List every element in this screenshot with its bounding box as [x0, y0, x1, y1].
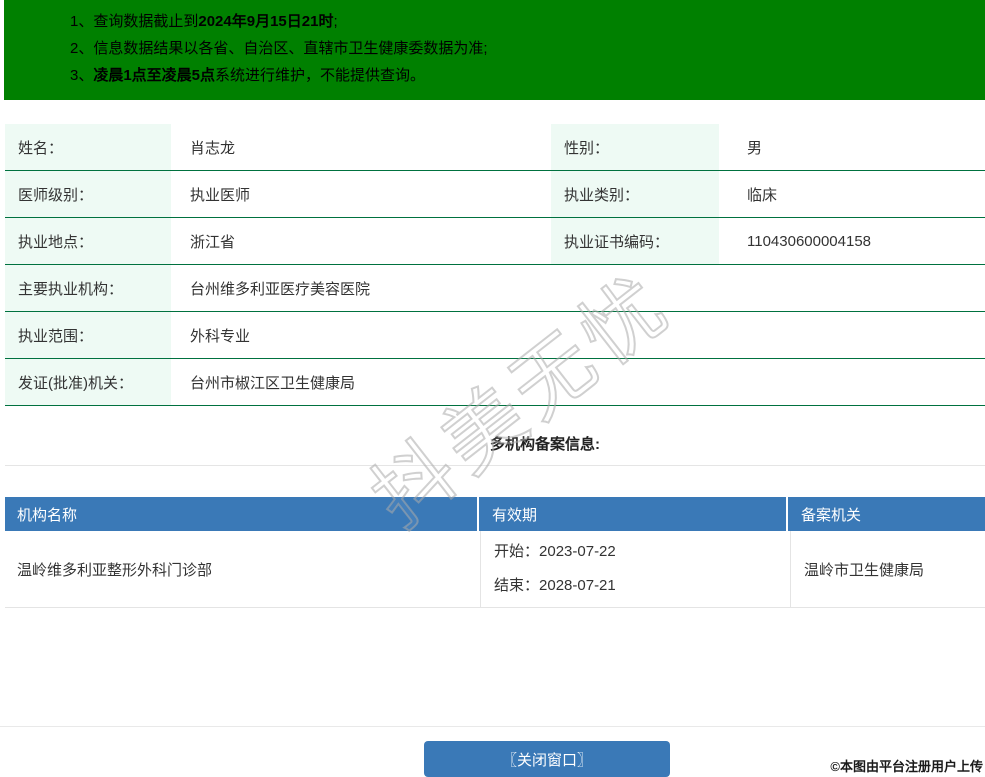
cell-filing-authority: 温岭市卫生健康局 — [804, 561, 925, 579]
notice-banner: 1、查询数据截止到2024年9月15日21时; 2、信息数据结果以各省、自治区、… — [4, 0, 985, 100]
validity-end: 结束：2028-07-21 — [494, 577, 616, 594]
field-label-name: 姓名： — [5, 124, 171, 170]
field-label-gender: 性别： — [551, 124, 719, 170]
field-value-gender: 男 — [747, 139, 763, 157]
validity-start: 开始：2023-07-22 — [494, 543, 616, 560]
close-window-button[interactable]: 〖关闭窗口〗 — [424, 741, 670, 777]
table-row: 执业地点： 浙江省 执业证书编码： 110430600004158 — [5, 218, 985, 265]
cell-validity-period: 开始：2023-07-22 结束：2028-07-21 — [481, 531, 791, 607]
divider-line — [5, 465, 985, 466]
table-row: 执业范围： 外科专业 — [5, 312, 985, 359]
field-value-certificate-number: 110430600004158 — [747, 232, 872, 250]
table-row: 医师级别： 执业医师 执业类别： 临床 — [5, 171, 985, 218]
notice-line-1: 1、查询数据截止到2024年9月15日21时; — [70, 13, 338, 30]
validity-dates: 开始：2023-07-22 结束：2028-07-21 — [494, 535, 616, 603]
records-table-header: 机构名称 有效期 备案机关 — [5, 497, 985, 531]
table-row: 主要执业机构： 台州维多利亚医疗美容医院 — [5, 265, 985, 312]
field-label-practice-category: 执业类别： — [551, 171, 719, 217]
column-header-validity: 有效期 — [479, 497, 788, 531]
field-label-issuing-authority: 发证(批准)机关： — [5, 359, 171, 405]
section-title-multi-institution: 多机构备案信息: — [490, 436, 600, 453]
field-label-main-institution: 主要执业机构： — [5, 265, 171, 311]
field-value-issuing-authority: 台州市椒江区卫生健康局 — [190, 374, 356, 392]
field-label-practice-scope: 执业范围： — [5, 312, 171, 358]
platform-credit-watermark: ©本图由平台注册用户上传 — [830, 759, 983, 774]
field-value-main-institution: 台州维多利亚医疗美容医院 — [190, 280, 371, 298]
field-label-doctor-level: 医师级别： — [5, 171, 171, 217]
table-row: 温岭维多利亚整形外科门诊部 开始：2023-07-22 结束：2028-07-2… — [5, 531, 985, 608]
field-value-practice-location: 浙江省 — [190, 233, 236, 251]
cell-institution-name: 温岭维多利亚整形外科门诊部 — [5, 531, 481, 607]
table-row: 姓名： 肖志龙 性别： 男 — [5, 124, 985, 171]
column-header-filing-authority: 备案机关 — [801, 506, 862, 524]
notice-line-2: 2、信息数据结果以各省、自治区、直辖市卫生健康委数据为准; — [70, 40, 488, 57]
field-value-doctor-level: 执业医师 — [190, 186, 251, 204]
column-header-institution: 机构名称 — [5, 497, 479, 531]
doctor-profile-table: 姓名： 肖志龙 性别： 男 医师级别： 执业医师 执业类别： 临床 执业地点： … — [5, 124, 985, 406]
field-value-practice-category: 临床 — [747, 186, 778, 204]
divider-line — [0, 726, 985, 727]
field-value-name: 肖志龙 — [190, 139, 236, 157]
field-label-practice-location: 执业地点： — [5, 218, 171, 264]
field-label-certificate-number: 执业证书编码： — [551, 218, 719, 264]
field-value-practice-scope: 外科专业 — [190, 327, 251, 345]
records-table: 机构名称 有效期 备案机关 温岭维多利亚整形外科门诊部 开始：2023-07-2… — [5, 497, 985, 608]
notice-line-3: 3、凌晨1点至凌晨5点系统进行维护，不能提供查询。 — [70, 67, 426, 84]
table-row: 发证(批准)机关： 台州市椒江区卫生健康局 — [5, 359, 985, 406]
